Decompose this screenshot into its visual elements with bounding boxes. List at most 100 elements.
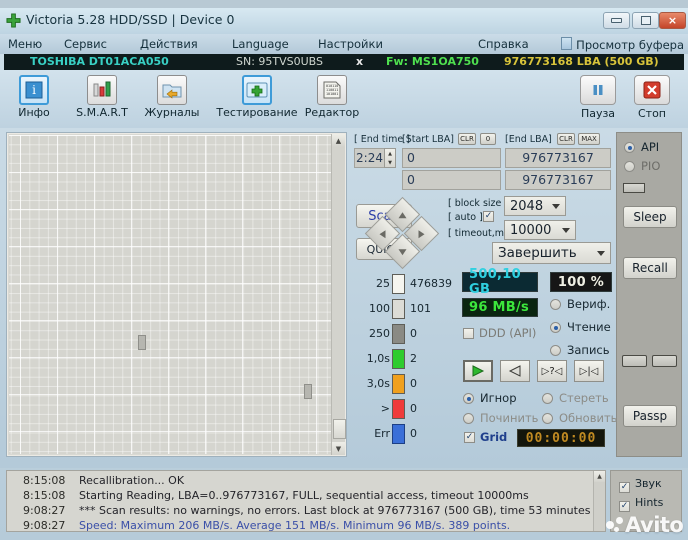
minimize-button[interactable] (603, 12, 630, 29)
mode-write-radio[interactable] (550, 345, 561, 356)
device-capacity: 976773168 LBA (500 GB) (504, 55, 659, 68)
hints-option[interactable]: ✓Hints (619, 496, 663, 510)
sound-option[interactable]: ✓ Звук (619, 477, 662, 491)
maximize-icon (633, 13, 658, 28)
defect-repair-label: Починить (480, 411, 538, 425)
defect-refresh-label: Обновить (559, 411, 617, 425)
tool-smart[interactable]: S.M.A.R.T (70, 73, 134, 125)
scan-map-scrollbar[interactable]: ▲ ▼ (331, 134, 345, 455)
dpad (370, 202, 434, 264)
start-lba-clr-button[interactable]: CLR (458, 133, 476, 145)
tool-testing[interactable]: Тестирование (212, 73, 302, 125)
stop-button[interactable]: Стоп (624, 73, 680, 125)
end-lba-field-2[interactable]: 976773167 (505, 170, 611, 190)
defect-repair-radio[interactable] (463, 413, 474, 424)
port-indicator (623, 183, 645, 193)
recall-button[interactable]: Recall (623, 257, 677, 279)
random-icon: ▷?◁ (542, 366, 563, 377)
scan-map-grid[interactable] (9, 135, 332, 454)
block-size-combo[interactable]: 2048 (504, 196, 566, 216)
transport-butterfly-button[interactable]: ▷|◁ (574, 360, 604, 382)
tool-editor[interactable]: 010110 110011 101001 Редактор (300, 73, 364, 125)
end-lba-field[interactable]: 976773167 (505, 148, 611, 168)
timeout-combo[interactable]: 10000 (504, 220, 576, 240)
end-time-field[interactable]: 2:24 (354, 148, 385, 168)
tool-editor-label: Редактор (300, 106, 364, 119)
mode-read-label: Чтение (567, 320, 611, 334)
percent-readout: 100 % (550, 272, 612, 292)
close-icon: × (660, 13, 685, 28)
pause-icon (580, 75, 616, 105)
scroll-down-icon[interactable]: ▼ (332, 442, 345, 455)
mode-verify-radio[interactable] (550, 299, 561, 310)
log-pane[interactable]: 8:15:08 Recallibration... OK 8:15:08 Sta… (6, 470, 606, 532)
clipboard-view-button[interactable]: Просмотр буфера (561, 37, 684, 52)
mode-read-radio[interactable] (550, 322, 561, 333)
tool-logs-label: Журналы (140, 106, 204, 119)
stat-value: 2 (410, 352, 417, 365)
stat-threshold: Err (374, 427, 390, 440)
auto-checkbox[interactable]: ✓ (483, 211, 494, 222)
transport-reverse-button[interactable] (500, 360, 530, 382)
grid-checkbox[interactable]: ✓ (464, 432, 475, 443)
butterfly-icon: ▷|◁ (580, 366, 599, 377)
defect-ignore-radio[interactable] (463, 393, 474, 404)
title-bar: Victoria 5.28 HDD/SSD | Device 0 × (0, 8, 688, 34)
log-message: Recallibration... OK (79, 474, 184, 487)
scroll-up-icon[interactable]: ▲ (594, 471, 605, 482)
auto-label: [ auto ] (448, 212, 483, 223)
pause-label: Пауза (570, 107, 626, 120)
menu-item-menu[interactable]: Меню (8, 37, 42, 51)
end-lba-clr-button[interactable]: CLR (557, 133, 575, 145)
scrollbar-thumb[interactable] (333, 419, 346, 439)
spinner-down-icon[interactable]: ▼ (385, 158, 395, 167)
start-lba-field-2[interactable]: 0 (402, 170, 501, 190)
block-size-value: 2048 (510, 199, 543, 214)
scan-map[interactable]: ▲ ▼ (6, 132, 347, 457)
device-info-bar[interactable]: TOSHIBA DT01ACA050 SN: 95TVS0UBS x Fw: M… (4, 54, 684, 70)
end-time-spinner[interactable]: ▲ ▼ (384, 148, 396, 168)
aux-button-right[interactable] (652, 355, 677, 367)
menu-item-settings[interactable]: Настройки (318, 37, 383, 51)
end-lba-max-button[interactable]: MAX (578, 133, 600, 145)
api-radio[interactable] (624, 142, 635, 153)
on-finish-combo[interactable]: Завершить (492, 242, 611, 264)
transport-random-button[interactable]: ▷?◁ (537, 360, 567, 382)
tool-logs[interactable]: Журналы (140, 73, 204, 125)
passport-button[interactable]: Passp (623, 405, 677, 427)
stat-value: 0 (410, 402, 417, 415)
clipboard-view-label: Просмотр буфера (576, 38, 684, 52)
stat-value: 101 (410, 302, 431, 315)
ddd-checkbox[interactable] (463, 328, 474, 339)
stat-swatch (392, 374, 405, 394)
transport-play-button[interactable] (463, 360, 493, 382)
sound-label: Звук (635, 477, 662, 490)
stat-value: 0 (410, 427, 417, 440)
close-button[interactable]: × (659, 12, 686, 29)
scroll-up-icon[interactable]: ▲ (332, 134, 345, 147)
clipboard-icon (561, 37, 572, 50)
sound-checkbox[interactable]: ✓ (619, 482, 630, 493)
menu-item-help[interactable]: Справка (478, 37, 529, 51)
pause-button[interactable]: Пауза (570, 73, 626, 125)
start-lba-zero-button[interactable]: 0 (480, 133, 496, 145)
menu-item-service[interactable]: Сервис (64, 37, 107, 51)
pio-radio[interactable] (624, 161, 635, 172)
spinner-up-icon[interactable]: ▲ (385, 149, 395, 158)
defect-erase-radio[interactable] (542, 393, 553, 404)
defect-refresh-radio[interactable] (542, 413, 553, 424)
toolbar: i Инфо S.M.A.R.T (0, 70, 688, 128)
menu-item-language[interactable]: Language (232, 37, 289, 51)
stat-row: 1,0s 2 (352, 347, 462, 371)
log-scrollbar[interactable]: ▲ (593, 471, 605, 531)
aux-button-left[interactable] (622, 355, 647, 367)
log-time: 9:08:27 (23, 504, 65, 517)
menu-item-actions[interactable]: Действия (140, 37, 198, 51)
stat-threshold: > (381, 402, 390, 415)
maximize-button[interactable] (632, 12, 659, 29)
log-row: 8:15:08 Starting Reading, LBA=0..9767731… (7, 488, 606, 503)
tool-info[interactable]: i Инфо (2, 73, 66, 125)
sleep-button[interactable]: Sleep (623, 206, 677, 228)
arrow-right-icon (419, 230, 425, 238)
start-lba-field[interactable]: 0 (402, 148, 501, 168)
